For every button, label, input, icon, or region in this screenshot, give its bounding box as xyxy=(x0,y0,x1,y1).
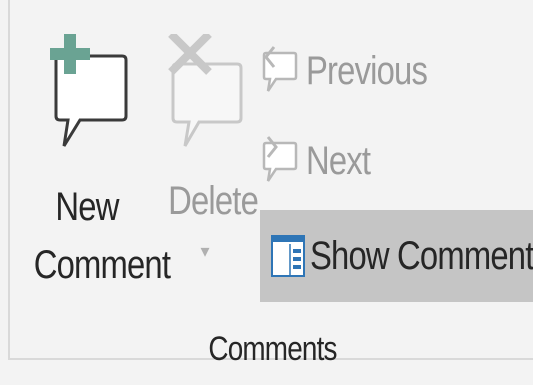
show-comments-icon xyxy=(271,235,305,277)
new-comment-label-line1: New xyxy=(55,185,119,229)
comments-ribbon-group: New Comment Delete ▾ Previous Next Show … xyxy=(8,0,533,368)
next-comment-button[interactable]: Next xyxy=(260,126,384,196)
previous-comment-icon xyxy=(262,46,298,92)
previous-comment-button[interactable]: Previous xyxy=(260,36,454,106)
group-label: Comments xyxy=(208,330,337,368)
new-comment-icon xyxy=(50,34,128,147)
delete-label: Delete xyxy=(168,179,259,223)
new-comment-label-line2: Comment xyxy=(33,243,171,287)
delete-dropdown-arrow-icon: ▾ xyxy=(200,241,210,261)
show-comments-button[interactable]: Show Comments xyxy=(260,210,533,302)
show-comments-label: Show Comments xyxy=(310,233,533,278)
delete-comment-icon xyxy=(168,34,243,147)
delete-comment-button[interactable]: Delete ▾ xyxy=(160,34,259,304)
next-comment-icon xyxy=(262,136,298,182)
new-comment-button[interactable]: New Comment xyxy=(22,34,171,304)
next-label: Next xyxy=(306,138,371,183)
previous-label: Previous xyxy=(306,48,428,93)
